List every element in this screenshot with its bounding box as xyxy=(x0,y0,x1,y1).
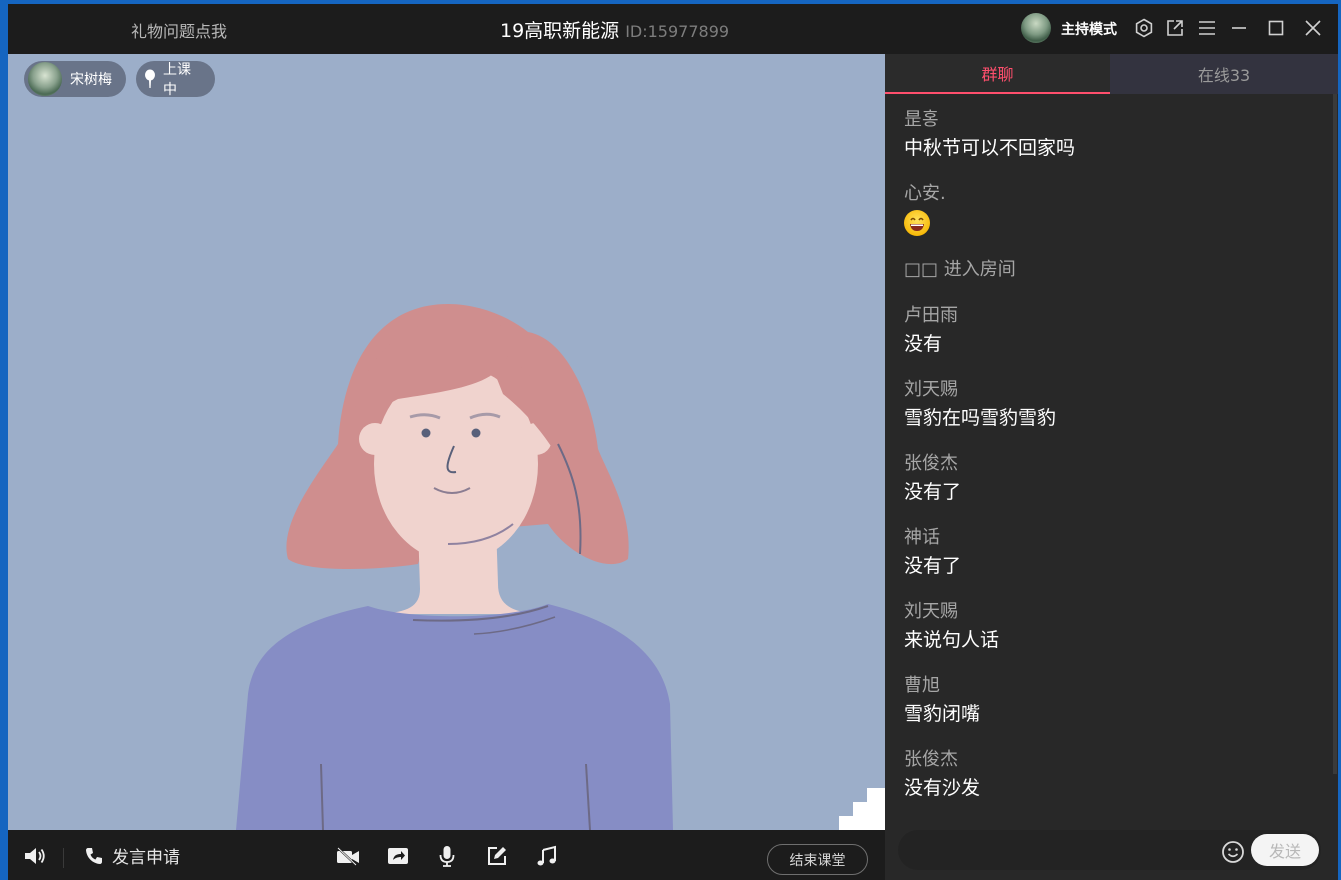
grinning-emoji-icon xyxy=(904,210,930,236)
speak-apply-button[interactable]: 发言申请 xyxy=(84,843,180,868)
message-emoji xyxy=(904,210,1324,238)
system-text: □□ 进入房间 xyxy=(904,259,1016,280)
room-title: 19高职新能源 xyxy=(500,20,620,42)
class-status-badge: 上课中 xyxy=(136,61,215,98)
message-text: 没有沙发 xyxy=(904,777,981,799)
corner-decoration xyxy=(839,788,885,830)
emoji-picker-icon[interactable] xyxy=(1221,840,1245,864)
chat-system-message: □□ 进入房间 xyxy=(904,256,1324,284)
teacher-video: 宋树梅 上课中 xyxy=(8,54,885,830)
message-text: 没有了 xyxy=(904,481,962,503)
toolbar-divider xyxy=(63,848,64,868)
edit-icon[interactable] xyxy=(484,844,510,868)
chat-message: 昰홍 中秋节可以不回家吗 xyxy=(904,106,1324,162)
microphone-status-icon xyxy=(144,69,156,89)
chat-message: 神话 没有了 xyxy=(904,524,1324,580)
message-text: 雪豹在吗雪豹雪豹 xyxy=(904,407,1057,429)
room-id: ID:15977899 xyxy=(625,22,730,41)
host-avatar[interactable] xyxy=(1021,13,1051,43)
chat-message: 心安. xyxy=(904,180,1324,238)
chat-message: 张俊杰 没有沙发 xyxy=(904,746,1324,802)
microphone-icon[interactable] xyxy=(434,844,460,868)
chat-message: 曹旭 雪豹闭嘴 xyxy=(904,672,1324,728)
chat-panel: 群聊 在线33 昰홍 中秋节可以不回家吗 心安. □□ 进入房间 卢田雨 没有 … xyxy=(885,54,1338,880)
sender-name: 曹旭 xyxy=(904,675,940,696)
room-title-group: 19高职新能源 ID:15977899 xyxy=(500,16,729,43)
sender-name: 张俊杰 xyxy=(904,453,958,474)
host-name-badge: 宋树梅 xyxy=(24,61,126,97)
music-icon[interactable] xyxy=(534,844,560,868)
host-avatar-small xyxy=(28,62,62,96)
sender-name: 张俊杰 xyxy=(904,749,958,770)
screen-share-icon[interactable] xyxy=(385,844,411,868)
sender-name: 卢田雨 xyxy=(904,305,958,326)
sender-name: 昰홍 xyxy=(904,109,939,130)
message-text: 中秋节可以不回家吗 xyxy=(904,137,1076,159)
tab-group-chat[interactable]: 群聊 xyxy=(885,54,1110,94)
message-text: 没有了 xyxy=(904,555,962,577)
message-text: 没有 xyxy=(904,333,943,355)
chat-scrollbar[interactable] xyxy=(1333,94,1337,774)
titlebar: 礼物问题点我 19高职新能源 ID:15977899 主持模式 xyxy=(8,4,1338,54)
message-text: 雪豹闭嘴 xyxy=(904,703,981,725)
end-class-button[interactable]: 结束课堂 xyxy=(767,844,868,875)
speaker-icon[interactable] xyxy=(22,844,48,868)
chat-message-list: 昰홍 中秋节可以不回家吗 心安. □□ 进入房间 卢田雨 没有 刘天赐 雪豹在吗… xyxy=(904,106,1324,820)
classroom-window: 礼物问题点我 19高职新能源 ID:15977899 主持模式 宋树梅 上课中 … xyxy=(8,4,1338,880)
chat-message: 刘天赐 雪豹在吗雪豹雪豹 xyxy=(904,376,1324,432)
bottom-toolbar: 发言申请 结束课堂 xyxy=(8,830,885,880)
sender-name: 刘天赐 xyxy=(904,601,958,622)
close-icon[interactable] xyxy=(1301,16,1325,40)
maximize-icon[interactable] xyxy=(1264,16,1288,40)
tab-online[interactable]: 在线33 xyxy=(1110,54,1338,94)
host-name: 宋树梅 xyxy=(70,72,112,88)
sender-name: 刘天赐 xyxy=(904,379,958,400)
send-button[interactable]: 发送 xyxy=(1251,834,1319,866)
minimize-icon[interactable] xyxy=(1227,16,1251,40)
camera-off-icon[interactable] xyxy=(335,844,361,868)
gift-help-link[interactable]: 礼物问题点我 xyxy=(131,18,227,42)
sender-name: 心安. xyxy=(904,183,946,204)
teacher-placeholder-illustration xyxy=(236,304,673,830)
host-mode-label[interactable]: 主持模式 xyxy=(1061,19,1117,39)
message-text: 来说句人话 xyxy=(904,629,1000,651)
menu-icon[interactable] xyxy=(1195,16,1219,40)
gear-icon[interactable] xyxy=(1132,16,1156,40)
speak-apply-label: 发言申请 xyxy=(112,848,180,868)
chat-message: 张俊杰 没有了 xyxy=(904,450,1324,506)
phone-icon xyxy=(84,846,104,866)
sender-name: 神话 xyxy=(904,527,940,548)
external-link-icon[interactable] xyxy=(1163,16,1187,40)
class-status: 上课中 xyxy=(163,62,191,98)
chat-message: 卢田雨 没有 xyxy=(904,302,1324,358)
chat-message: 刘天赐 来说句人话 xyxy=(904,598,1324,654)
